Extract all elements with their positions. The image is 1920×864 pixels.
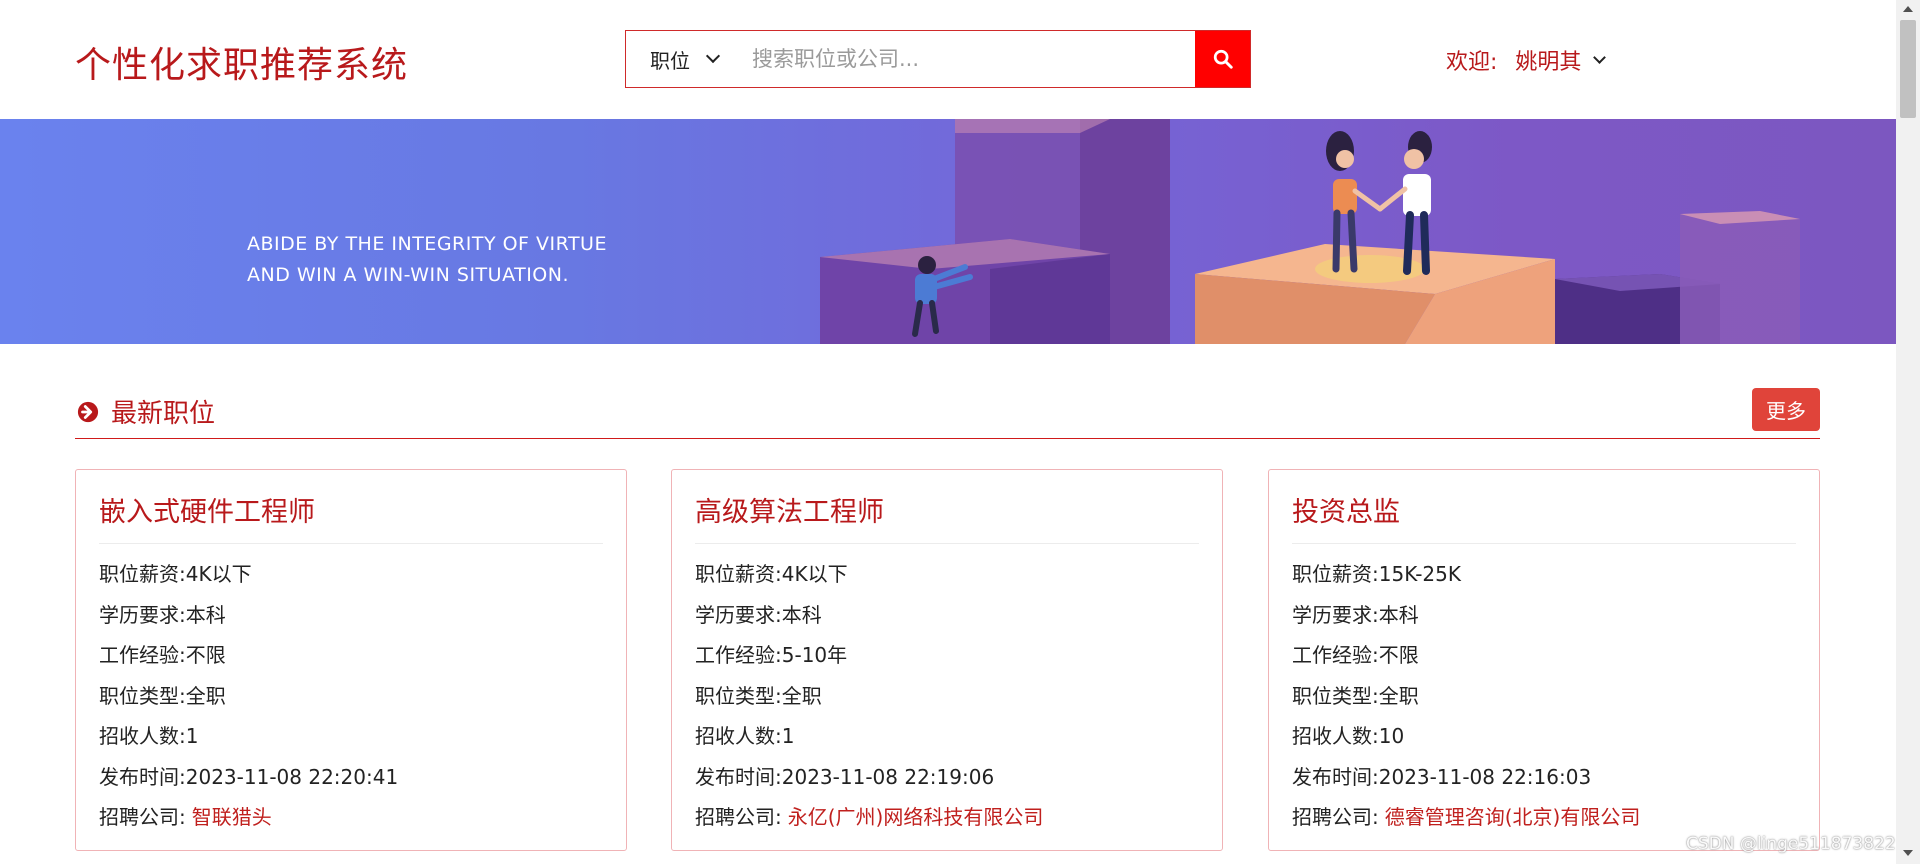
job-type-row: 职位类型:全职 <box>1292 676 1796 717</box>
job-type-row: 职位类型:全职 <box>99 676 603 717</box>
job-company-label: 招聘公司: <box>695 805 782 829</box>
job-type-value: 全职 <box>1378 683 1419 708</box>
job-card[interactable]: 高级算法工程师 职位薪资:4K以下 学历要求:本科 工作经验:5-10年 职位类型:全职… <box>671 469 1223 851</box>
job-post-time-value: 2023-11-08 22:16:03 <box>1378 764 1592 789</box>
scroll-up-arrow-icon[interactable] <box>1903 6 1913 12</box>
job-education-value: 本科 <box>1378 602 1419 627</box>
job-education-label: 学历要求: <box>695 602 782 627</box>
job-experience-row: 工作经验:不限 <box>99 635 603 676</box>
job-post-time-row: 发布时间:2023-11-08 22:20:41 <box>99 757 603 798</box>
job-post-time-label: 发布时间: <box>1292 764 1379 789</box>
job-experience-label: 工作经验: <box>1292 643 1379 667</box>
job-title[interactable]: 嵌入式硬件工程师 <box>99 490 603 544</box>
job-salary-row: 职位薪资:4K以下 <box>695 554 1199 595</box>
job-education-row: 学历要求:本科 <box>695 595 1199 636</box>
job-card[interactable]: 投资总监 职位薪资:15K-25K 学历要求:本科 工作经验:不限 职位类型:全职 招收人… <box>1268 469 1820 851</box>
job-company-row: 招聘公司: 永亿(广州)网络科技有限公司 <box>695 797 1199 838</box>
scrollbar-thumb[interactable] <box>1900 20 1916 118</box>
hero-banner: ABIDE BY THE INTEGRITY OF VIRTUE AND WIN… <box>0 119 1896 344</box>
search-category-select[interactable]: 职位 <box>626 31 738 87</box>
job-headcount-value: 1 <box>781 724 795 748</box>
arrow-circle-right-icon <box>77 401 99 422</box>
job-experience-row: 工作经验:5-10年 <box>695 635 1199 676</box>
job-card-list: 嵌入式硬件工程师 职位薪资:4K以下 学历要求:本科 工作经验:不限 职位类型:全职 招收… <box>75 469 1820 851</box>
welcome-label: 欢迎: <box>1446 50 1498 75</box>
job-headcount-row: 招收人数:10 <box>1292 716 1796 757</box>
job-post-time-label: 发布时间: <box>695 764 782 789</box>
job-salary-label: 职位薪资: <box>1292 562 1379 586</box>
job-salary-row: 职位薪资:4K以下 <box>99 554 603 595</box>
job-type-label: 职位类型: <box>99 683 186 708</box>
user-menu[interactable]: 欢迎: 姚明其 <box>1446 44 1607 76</box>
page-scrollbar[interactable] <box>1896 0 1920 864</box>
job-post-time-label: 发布时间: <box>99 764 186 789</box>
job-education-value: 本科 <box>185 602 226 627</box>
job-company-link[interactable]: 永亿(广州)网络科技有限公司 <box>788 805 1044 829</box>
search-icon <box>1213 49 1233 69</box>
search-input[interactable] <box>738 31 1195 87</box>
chevron-down-icon <box>705 48 721 64</box>
job-company-link[interactable]: 德睿管理咨询(北京)有限公司 <box>1385 805 1641 829</box>
search-category-value: 职位 <box>650 48 690 73</box>
search-bar: 职位 <box>625 30 1251 88</box>
search-button[interactable] <box>1195 31 1250 87</box>
job-headcount-row: 招收人数:1 <box>695 716 1199 757</box>
job-experience-label: 工作经验: <box>695 643 782 667</box>
job-headcount-label: 招收人数: <box>695 724 782 748</box>
site-logo[interactable]: 个性化求职推荐系统 <box>75 36 408 88</box>
scroll-down-arrow-icon[interactable] <box>1903 850 1913 856</box>
job-type-row: 职位类型:全职 <box>695 676 1199 717</box>
job-experience-value: 5-10年 <box>781 643 848 667</box>
banner-slogan-line2: AND WIN A WIN-WIN SITUATION. <box>247 264 570 286</box>
job-education-value: 本科 <box>781 602 822 627</box>
job-title[interactable]: 高级算法工程师 <box>695 490 1199 544</box>
top-header: 个性化求职推荐系统 职位 欢迎: 姚明其 <box>0 0 1896 119</box>
job-card[interactable]: 嵌入式硬件工程师 职位薪资:4K以下 学历要求:本科 工作经验:不限 职位类型:全职 招收… <box>75 469 627 851</box>
job-type-value: 全职 <box>781 683 822 708</box>
job-company-link[interactable]: 智联猎头 <box>192 805 272 829</box>
job-headcount-value: 1 <box>185 724 199 748</box>
job-title[interactable]: 投资总监 <box>1292 490 1796 544</box>
section-title-text: 最新职位 <box>111 399 216 429</box>
job-post-time-value: 2023-11-08 22:20:41 <box>185 764 399 789</box>
job-education-label: 学历要求: <box>99 602 186 627</box>
chevron-down-icon <box>1593 50 1607 64</box>
job-experience-label: 工作经验: <box>99 643 186 667</box>
job-education-row: 学历要求:本科 <box>1292 595 1796 636</box>
username: 姚明其 <box>1515 50 1582 75</box>
job-post-time-row: 发布时间:2023-11-08 22:19:06 <box>695 757 1199 798</box>
section-title: 最新职位 <box>77 393 215 430</box>
job-salary-value: 4K以下 <box>781 562 848 586</box>
job-experience-value: 不限 <box>185 643 226 667</box>
job-headcount-value: 10 <box>1378 724 1405 748</box>
latest-jobs-header: 最新职位 更多 <box>75 387 1820 439</box>
more-button[interactable]: 更多 <box>1752 388 1820 431</box>
job-experience-value: 不限 <box>1378 643 1419 667</box>
job-company-row: 招聘公司: 德睿管理咨询(北京)有限公司 <box>1292 797 1796 838</box>
job-company-label: 招聘公司: <box>1292 805 1379 829</box>
banner-slogan-line1: ABIDE BY THE INTEGRITY OF VIRTUE <box>247 233 607 255</box>
job-headcount-row: 招收人数:1 <box>99 716 603 757</box>
watermark: CSDN @linge511873822 <box>1686 834 1896 854</box>
job-type-label: 职位类型: <box>695 683 782 708</box>
job-headcount-label: 招收人数: <box>1292 724 1379 748</box>
job-education-label: 学历要求: <box>1292 602 1379 627</box>
job-type-value: 全职 <box>185 683 226 708</box>
job-company-row: 招聘公司: 智联猎头 <box>99 797 603 838</box>
job-post-time-value: 2023-11-08 22:19:06 <box>781 764 995 789</box>
job-salary-label: 职位薪资: <box>99 562 186 586</box>
job-salary-label: 职位薪资: <box>695 562 782 586</box>
job-salary-value: 4K以下 <box>185 562 252 586</box>
banner-slogan: ABIDE BY THE INTEGRITY OF VIRTUE AND WIN… <box>247 229 607 291</box>
job-company-label: 招聘公司: <box>99 805 186 829</box>
job-salary-row: 职位薪资:15K-25K <box>1292 554 1796 595</box>
job-salary-value: 15K-25K <box>1378 562 1461 586</box>
job-type-label: 职位类型: <box>1292 683 1379 708</box>
job-headcount-label: 招收人数: <box>99 724 186 748</box>
job-post-time-row: 发布时间:2023-11-08 22:16:03 <box>1292 757 1796 798</box>
job-experience-row: 工作经验:不限 <box>1292 635 1796 676</box>
job-education-row: 学历要求:本科 <box>99 595 603 636</box>
